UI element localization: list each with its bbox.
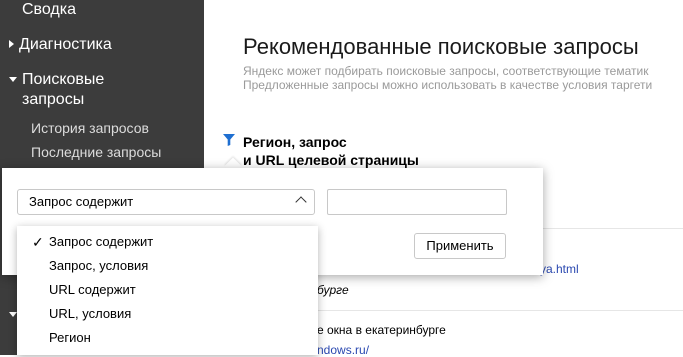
row-query: е окна в екатеринбурге xyxy=(317,323,446,337)
dropdown-option-label: URL содержит xyxy=(49,282,136,297)
sidebar-subitem-history[interactable]: История запросов xyxy=(31,119,149,137)
sidebar-item-summary[interactable]: Сводка xyxy=(22,0,76,20)
sidebar-item-label: Сводка xyxy=(22,1,77,18)
sidebar-subitem-label: Последние запросы xyxy=(31,144,162,160)
sidebar-item-search-queries[interactable]: Поисковые xyxy=(9,70,104,90)
row-region: бурге xyxy=(317,283,349,297)
filter-type-select[interactable]: Запрос содержит xyxy=(17,189,315,215)
chevron-right-icon xyxy=(9,40,14,48)
sidebar-item-label: запросы xyxy=(22,91,85,108)
column-header-line: Регион, запрос xyxy=(243,134,347,150)
dropdown-option-label: Запрос, условия xyxy=(49,258,149,273)
sidebar-subitem-recent[interactable]: Последние запросы xyxy=(31,143,161,161)
chevron-down-icon xyxy=(9,312,17,317)
apply-button[interactable]: Применить xyxy=(414,233,506,259)
column-header-region-query-url[interactable]: Регион, запрос и URL целевой страницы xyxy=(243,133,419,169)
dropdown-option-label: Регион xyxy=(49,330,91,345)
sidebar-item-search-queries-line2[interactable]: запросы xyxy=(22,90,84,110)
page-subtitle: Яндекс может подбирать поисковые запросы… xyxy=(243,64,683,92)
chevron-up-icon xyxy=(295,196,307,208)
filter-value-input[interactable] xyxy=(327,189,507,215)
dropdown-option-region[interactable]: Регион xyxy=(17,326,318,350)
check-icon: ✓ xyxy=(32,234,44,250)
page-title: Рекомендованные поисковые запросы xyxy=(243,34,639,59)
dropdown-option-url-conditions[interactable]: URL, условия xyxy=(17,302,318,326)
subtitle-line: Предложенные запросы можно использовать … xyxy=(243,78,653,92)
filter-icon[interactable] xyxy=(223,134,235,146)
subtitle-line: Яндекс может подбирать поисковые запросы… xyxy=(243,64,649,78)
sidebar-subitem-label: История запросов xyxy=(31,120,149,136)
dropdown-option-label: URL, условия xyxy=(49,306,132,321)
sidebar-item-label: Поисковые xyxy=(22,71,105,88)
sidebar-item-label: Диагностика xyxy=(19,36,112,53)
filter-type-select-value: Запрос содержит xyxy=(29,194,134,209)
column-header-line: и URL целевой страницы xyxy=(243,152,419,168)
sidebar-item-diagnostics[interactable]: Диагностика xyxy=(9,35,112,55)
dropdown-option-query-contains[interactable]: ✓ Запрос содержит xyxy=(17,230,318,254)
row-url-link[interactable]: ya.html xyxy=(540,262,579,276)
chevron-down-icon xyxy=(9,77,17,82)
dropdown-option-url-contains[interactable]: URL содержит xyxy=(17,278,318,302)
dropdown-option-query-conditions[interactable]: Запрос, условия xyxy=(17,254,318,278)
filter-type-dropdown: ✓ Запрос содержит Запрос, условия URL со… xyxy=(17,226,318,355)
dropdown-option-label: Запрос содержит xyxy=(49,234,154,249)
